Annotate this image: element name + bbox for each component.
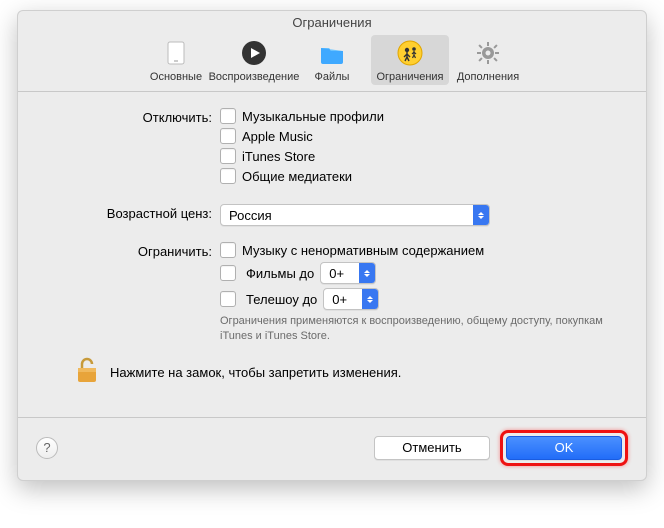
tab-files[interactable]: Файлы: [293, 35, 371, 85]
tv-label: Телешоу до: [246, 292, 317, 307]
checkbox-movies[interactable]: [220, 265, 236, 281]
content-area: Отключить: Музыкальные профили Apple Mus…: [18, 92, 646, 417]
tab-label: Файлы: [315, 71, 350, 83]
play-icon: [238, 37, 270, 69]
cancel-button[interactable]: Отменить: [374, 436, 490, 460]
disable-label: Отключить:: [42, 108, 220, 125]
ok-highlight: OK: [500, 430, 628, 466]
checkbox-tv[interactable]: [220, 291, 236, 307]
select-value: 0+: [329, 266, 344, 281]
lock-icon[interactable]: [74, 356, 100, 389]
tv-rating-select[interactable]: 0+: [323, 288, 379, 310]
checkbox-explicit-music[interactable]: [220, 242, 236, 258]
toolbar: Основные Воспроизведение Файлы Ограничен…: [18, 33, 646, 92]
restrictions-icon: [394, 37, 426, 69]
folder-icon: [316, 37, 348, 69]
tab-playback[interactable]: Воспроизведение: [215, 35, 293, 85]
tab-label: Ограничения: [376, 71, 443, 83]
general-icon: [160, 37, 192, 69]
option-label: Музыку с ненормативным содержанием: [242, 243, 484, 258]
movies-label: Фильмы до: [246, 266, 314, 281]
checkbox-shared-libraries[interactable]: [220, 168, 236, 184]
select-value: 0+: [332, 292, 347, 307]
chevron-updown-icon: [473, 205, 489, 225]
checkbox-music-profiles[interactable]: [220, 108, 236, 124]
gear-icon: [472, 37, 504, 69]
age-rating-select[interactable]: Россия: [220, 204, 490, 226]
tab-restrictions[interactable]: Ограничения: [371, 35, 449, 85]
option-label: Общие медиатеки: [242, 169, 352, 184]
ok-button[interactable]: OK: [506, 436, 622, 460]
tab-label: Дополнения: [457, 71, 519, 83]
movies-rating-select[interactable]: 0+: [320, 262, 376, 284]
age-label: Возрастной ценз:: [42, 204, 220, 221]
footer: ? Отменить OK: [18, 417, 646, 480]
lock-message: Нажмите на замок, чтобы запретить измене…: [110, 365, 401, 380]
select-value: Россия: [229, 208, 272, 223]
tab-label: Основные: [150, 71, 202, 83]
checkbox-itunes-store[interactable]: [220, 148, 236, 164]
checkbox-apple-music[interactable]: [220, 128, 236, 144]
window-title: Ограничения: [18, 11, 646, 33]
chevron-updown-icon: [359, 263, 375, 283]
tab-advanced[interactable]: Дополнения: [449, 35, 527, 85]
help-button[interactable]: ?: [36, 437, 58, 459]
option-label: Музыкальные профили: [242, 109, 384, 124]
option-label: iTunes Store: [242, 149, 315, 164]
option-label: Apple Music: [242, 129, 313, 144]
chevron-updown-icon: [362, 289, 378, 309]
restrict-label: Ограничить:: [42, 242, 220, 259]
tab-label: Воспроизведение: [209, 71, 300, 83]
restrictions-note: Ограничения применяются к воспроизведени…: [220, 314, 622, 344]
preferences-window: Ограничения Основные Воспроизведение Фай…: [17, 10, 647, 481]
tab-general[interactable]: Основные: [137, 35, 215, 85]
